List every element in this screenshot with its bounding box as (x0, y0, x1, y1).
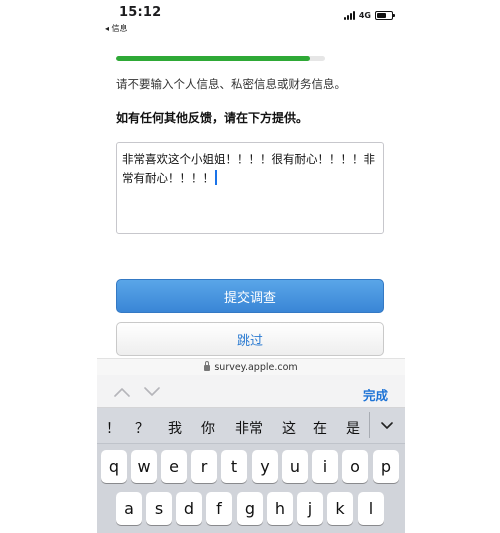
expand-candidates-button[interactable] (377, 416, 397, 436)
key-u[interactable]: u (282, 450, 308, 483)
key-j[interactable]: j (297, 492, 323, 525)
candidate-item[interactable]: 你 (201, 418, 215, 438)
key-l[interactable]: l (358, 492, 384, 525)
chevron-down-icon (381, 422, 393, 429)
candidate-item[interactable]: 在 (313, 418, 327, 438)
feedback-text: 非常喜欢这个小姐姐！！！！很有耐心！！！！非常有耐心！！！！ (122, 152, 375, 185)
safari-url-bar[interactable]: survey.apple.com (97, 358, 405, 375)
candidate-bar: ！ ？ 我 你 非常 这 在 是 (97, 408, 405, 444)
candidate-divider (369, 412, 370, 438)
chevron-up-icon (114, 388, 130, 397)
previous-field-button[interactable] (111, 381, 133, 403)
network-type: 4G (358, 11, 371, 20)
battery-icon (375, 11, 395, 20)
key-q[interactable]: q (101, 450, 127, 483)
key-t[interactable]: t (221, 450, 247, 483)
status-indicators: 4G (343, 11, 395, 20)
key-o[interactable]: o (342, 450, 368, 483)
key-p[interactable]: p (373, 450, 399, 483)
key-a[interactable]: a (116, 492, 142, 525)
key-f[interactable]: f (206, 492, 232, 525)
skip-button[interactable]: 跳过 (116, 322, 384, 356)
keyboard-accessory-bar: 完成 (97, 375, 405, 408)
chevron-down-icon (144, 387, 160, 396)
key-h[interactable]: h (267, 492, 293, 525)
key-e[interactable]: e (161, 450, 187, 483)
candidate-item[interactable]: 非常 (235, 418, 263, 438)
done-button[interactable]: 完成 (363, 385, 388, 404)
privacy-notice: 请不要输入个人信息、私密信息或财务信息。 (116, 77, 346, 91)
key-g[interactable]: g (237, 492, 263, 525)
text-caret (215, 170, 217, 185)
keyboard: ！ ？ 我 你 非常 这 在 是 q w e r t y u i o p a s… (97, 408, 405, 533)
survey-progress-bar (116, 56, 325, 61)
feedback-question: 如有任何其他反馈，请在下方提供。 (116, 111, 309, 125)
key-y[interactable]: y (252, 450, 278, 483)
status-time: 15:12 (119, 5, 162, 20)
lock-icon (204, 361, 211, 371)
key-k[interactable]: k (327, 492, 353, 525)
key-s[interactable]: s (146, 492, 172, 525)
url-text: survey.apple.com (214, 361, 298, 373)
survey-progress-fill (116, 56, 311, 61)
next-field-button[interactable] (141, 381, 163, 403)
feedback-textarea[interactable]: 非常喜欢这个小姐姐！！！！很有耐心！！！！非常有耐心！！！！ (116, 142, 384, 234)
key-w[interactable]: w (131, 450, 157, 483)
candidate-item[interactable]: ？ (135, 418, 149, 438)
candidate-item[interactable]: 这 (282, 418, 296, 438)
candidate-item[interactable]: 我 (168, 418, 182, 438)
key-i[interactable]: i (312, 450, 338, 483)
back-to-app-link[interactable]: ◂ 信息 (105, 23, 128, 34)
key-r[interactable]: r (191, 450, 217, 483)
status-bar: 15:12 ◂ 信息 4G (97, 0, 405, 36)
signal-icon (343, 11, 355, 20)
submit-survey-button[interactable]: 提交调查 (116, 279, 384, 313)
battery-level (377, 13, 387, 18)
candidate-item[interactable]: 是 (346, 418, 360, 438)
candidate-item[interactable]: ！ (106, 418, 120, 438)
key-d[interactable]: d (176, 492, 202, 525)
phone-screen: 15:12 ◂ 信息 4G 请不要输入个人信息、私密信息或财务信息。 如有任何其… (97, 0, 405, 533)
